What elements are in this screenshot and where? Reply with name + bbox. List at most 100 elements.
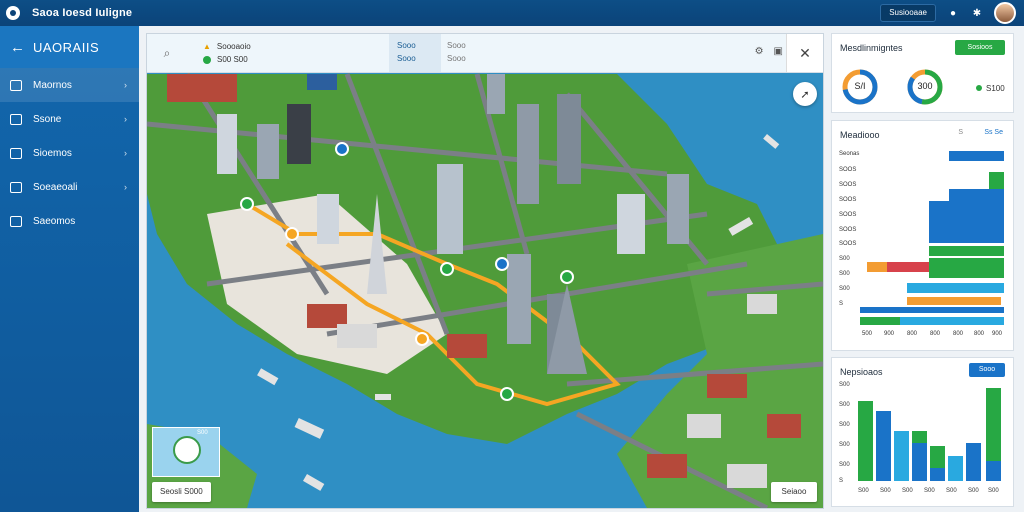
city-map-view[interactable]: ⌕ ▲ Soooaoio S00 S00 Sooo Sooo Sooo Sooo … xyxy=(146,33,824,509)
folder-icon xyxy=(10,215,22,227)
kpi-panel: Mesdlinmigntes Sosioos S/I 300 S100 xyxy=(831,33,1014,113)
x-tick-label: 900 xyxy=(884,331,895,337)
chevron-right-icon: › xyxy=(124,114,127,124)
column-mark xyxy=(858,401,873,481)
minimap[interactable]: S00 xyxy=(152,427,220,477)
column-mark xyxy=(986,388,1001,461)
column-mark xyxy=(912,431,927,443)
sidebar-item-2[interactable]: Sioemos › xyxy=(0,136,139,170)
bar-mark xyxy=(989,172,1004,189)
column-chart-panel: Nepsioaos Sooo S00 S00 S00 S00 S00 S S00… xyxy=(831,357,1014,507)
y-tick-label: S00 xyxy=(839,462,850,468)
back-arrow-icon[interactable]: ← xyxy=(10,39,25,56)
sidebar-item-label: Saeomos xyxy=(33,215,76,227)
avatar[interactable] xyxy=(994,2,1016,24)
x-tick-label: 800 xyxy=(930,331,941,337)
title-bar: Saoa Ioesd Iuligne Susiooaae ● ✱ xyxy=(0,0,1024,26)
y-tick-label: S xyxy=(839,301,844,307)
panel-title: Nepsioaos xyxy=(840,367,883,377)
donut-label-1: 300 xyxy=(917,81,933,91)
tab-layers-secondary[interactable]: Sooo Sooo xyxy=(447,39,466,65)
warning-icon: ▲ xyxy=(203,42,211,51)
close-icon[interactable]: ✕ xyxy=(786,34,823,72)
y-tick-label: SOOS xyxy=(839,167,857,173)
print-icon[interactable]: ▣ xyxy=(774,46,783,57)
minimap-label: S00 xyxy=(197,430,208,436)
x-tick-label: 800 xyxy=(953,331,964,337)
bar-mark xyxy=(929,246,1004,256)
bar-chart-panel: Meadiooo S Ss Se Seonas SOOS SOOS SOOS S… xyxy=(831,120,1014,351)
x-tick-label: S00 xyxy=(988,488,999,494)
sidebar-item-1[interactable]: Ssone › xyxy=(0,102,139,136)
kpi-action-button[interactable]: Sosioos xyxy=(955,40,1005,55)
y-tick-label: S00 xyxy=(839,286,850,292)
map-status-badge: Seosli S000 xyxy=(152,482,211,502)
y-tick-label: SOOS xyxy=(839,182,857,188)
column-mark xyxy=(966,443,981,481)
y-tick-label: S00 xyxy=(839,271,850,277)
column-mark xyxy=(948,456,963,481)
x-tick-label: 900 xyxy=(992,331,1003,337)
y-tick-label: Seonas xyxy=(839,151,860,157)
chevron-right-icon: › xyxy=(124,80,127,90)
x-tick-label: S00 xyxy=(968,488,979,494)
search-button[interactable]: Susiooaae xyxy=(880,4,936,22)
panel-title: Mesdlinmigntes xyxy=(840,43,903,53)
y-tick-label: S00 xyxy=(839,256,850,262)
x-tick-label: 500 xyxy=(862,331,873,337)
chart-icon xyxy=(10,181,22,193)
bar-mark xyxy=(949,151,1004,161)
tab-layers-active[interactable]: Sooo Sooo xyxy=(389,34,441,72)
sidebar-item-0[interactable]: Maornos › xyxy=(0,68,139,102)
notification-icon[interactable]: ● xyxy=(946,6,960,20)
bar-mark xyxy=(907,283,1004,293)
x-tick-label: S00 xyxy=(880,488,891,494)
zoom-button[interactable]: Seiaoo xyxy=(771,482,817,502)
app-logo-icon xyxy=(6,6,20,20)
bar-mark xyxy=(867,262,887,272)
column-mark xyxy=(986,461,1001,481)
map-canvas[interactable] xyxy=(147,34,823,508)
compass-button[interactable]: ➚ xyxy=(793,82,817,106)
sidebar-item-3[interactable]: Soeaeoali › xyxy=(0,170,139,204)
bar-mark xyxy=(907,297,1001,305)
map-toolbar-actions: ⚙ ▣ xyxy=(755,46,783,57)
x-tick-label: S00 xyxy=(902,488,913,494)
settings-icon[interactable]: ✱ xyxy=(970,6,984,20)
chart-range-control[interactable]: Ss Se xyxy=(984,129,1003,136)
kpi-legend: S100 xyxy=(976,84,1005,93)
map-toolbar: ⌕ ▲ Soooaoio S00 S00 Sooo Sooo Sooo Sooo … xyxy=(147,34,823,73)
sidebar-item-label: Maornos xyxy=(33,79,72,91)
column-mark xyxy=(894,431,909,481)
sidebar-item-label: Sioemos xyxy=(33,147,72,159)
home-icon xyxy=(10,79,22,91)
sidebar-item-4[interactable]: Saeomos xyxy=(0,204,139,238)
y-tick-label: S00 xyxy=(839,422,850,428)
donut-label-0: S/I xyxy=(854,81,866,91)
y-tick-label: S00 xyxy=(839,402,850,408)
y-tick-label: SOOS xyxy=(839,197,857,203)
gear-icon[interactable]: ⚙ xyxy=(755,46,764,57)
chart-filter-icon[interactable]: S xyxy=(958,129,963,136)
bar-mark xyxy=(929,258,1004,278)
column-chart-button[interactable]: Sooo xyxy=(969,363,1005,377)
panel-title: Meadiooo xyxy=(840,130,880,140)
y-tick-label: SOOS xyxy=(839,241,857,247)
app-title: Saoa Ioesd Iuligne xyxy=(32,7,133,19)
y-tick-label: S xyxy=(839,478,844,484)
y-tick-label: S00 xyxy=(839,382,850,388)
column-mark xyxy=(930,468,945,481)
y-tick-label: SOOS xyxy=(839,227,857,233)
chevron-right-icon: › xyxy=(124,182,127,192)
status-dot-icon xyxy=(203,55,211,64)
search-icon[interactable]: ⌕ xyxy=(155,41,179,65)
x-tick-label: S00 xyxy=(946,488,957,494)
sidebar-item-label: Soeaeoali xyxy=(33,181,78,193)
sidebar-header: ← UAORAIIS xyxy=(0,26,139,68)
bar-mark xyxy=(949,189,1004,243)
layers-icon xyxy=(10,147,22,159)
topbar-actions: Susiooaae ● ✱ xyxy=(880,0,1016,26)
y-tick-label: S00 xyxy=(839,442,850,448)
location-logo-icon xyxy=(173,436,201,464)
x-tick-label: S00 xyxy=(924,488,935,494)
